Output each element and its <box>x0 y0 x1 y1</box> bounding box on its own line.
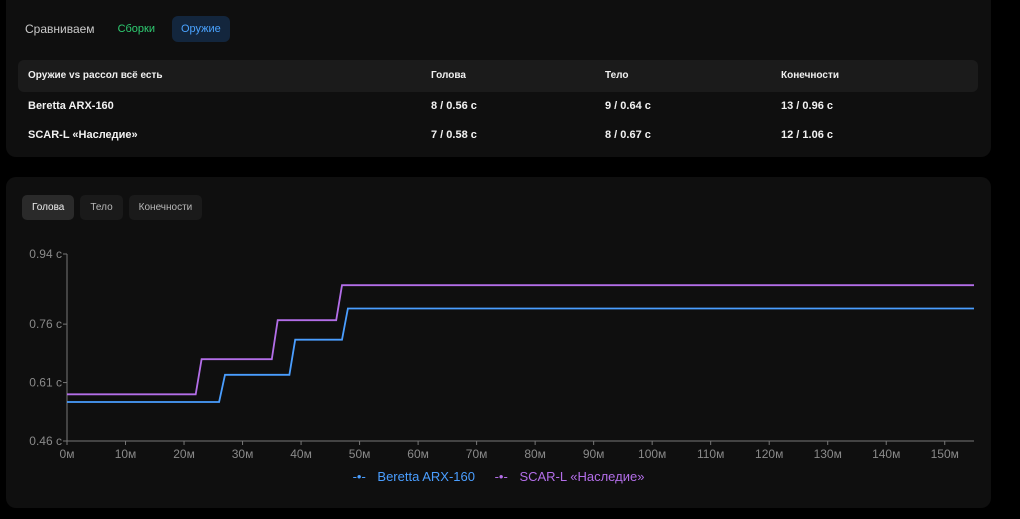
x-tick-label: 0м <box>60 447 75 461</box>
y-tick-label: 0.94 с <box>29 247 62 261</box>
x-tick-label: 20м <box>173 447 195 461</box>
col-head: Голова <box>431 70 466 81</box>
table-row: Beretta ARX-160 8 / 0.56 с 9 / 0.64 с 13… <box>18 92 978 121</box>
tab-builds[interactable]: Сборки <box>109 16 164 42</box>
col-limbs: Конечности <box>781 70 839 81</box>
col-weapon: Оружие vs рассол всё есть <box>28 70 163 81</box>
table-row: SCAR-L «Наследие» 7 / 0.58 с 8 / 0.67 с … <box>18 121 978 150</box>
x-tick-label: 70м <box>466 447 488 461</box>
body-value: 8 / 0.67 с <box>605 129 651 141</box>
x-tick-label: 110м <box>697 447 724 461</box>
compare-card: Сравниваем Сборки Оружие Оружие vs рассо… <box>6 0 991 157</box>
legend-marker-icon: -•- <box>352 469 366 484</box>
table-header: Оружие vs рассол всё есть Голова Тело Ко… <box>18 60 978 92</box>
y-tick-label: 0.76 с <box>29 317 62 331</box>
y-tick-label: 0.61 с <box>29 376 62 390</box>
compare-title: Сравниваем <box>25 22 95 36</box>
legend-beretta[interactable]: -•- Beretta ARX-160 <box>349 469 483 484</box>
x-tick-label: 40м <box>290 447 312 461</box>
compare-table: Оружие vs рассол всё есть Голова Тело Ко… <box>18 60 978 150</box>
x-tick-label: 80м <box>524 447 546 461</box>
x-tick-label: 60м <box>407 447 429 461</box>
limbs-value: 12 / 1.06 с <box>781 129 833 141</box>
x-tick-label: 100м <box>638 447 666 461</box>
legend-label: SCAR-L «Наследие» <box>519 469 645 484</box>
head-value: 8 / 0.56 с <box>431 100 477 112</box>
series-line-scar <box>67 284 974 396</box>
weapon-name: Beretta ARX-160 <box>28 100 114 112</box>
tab-weapons[interactable]: Оружие <box>172 16 230 42</box>
x-tick-label: 140м <box>872 447 900 461</box>
x-tick-label: 10м <box>115 447 137 461</box>
head-value: 7 / 0.58 с <box>431 129 477 141</box>
chart-legend: -•- Beretta ARX-160 -•- SCAR-L «Наследие… <box>6 469 991 484</box>
x-tick-label: 30м <box>232 447 254 461</box>
legend-label: Beretta ARX-160 <box>377 469 475 484</box>
y-tick-label: 0.46 с <box>29 434 62 448</box>
legend-scar[interactable]: -•- SCAR-L «Наследие» <box>491 469 649 484</box>
series-line-beretta <box>67 307 974 403</box>
x-tick-label: 130м <box>814 447 842 461</box>
body-value: 9 / 0.64 с <box>605 100 651 112</box>
x-tick-label: 120м <box>755 447 783 461</box>
legend-marker-icon: -•- <box>494 469 508 484</box>
chart-card: Голова Тело Конечности 0.46 с 0.61 с 0.76 … <box>6 177 991 508</box>
limbs-value: 13 / 0.96 с <box>781 100 833 112</box>
x-tick-label: 50м <box>349 447 371 461</box>
col-body: Тело <box>605 70 629 81</box>
ttk-chart: 0.46 с 0.61 с 0.76 с 0.94 с 0м 10м 20м 30м 40м 50… <box>29 247 974 461</box>
x-tick-label: 150м <box>931 447 959 461</box>
x-tick-label: 90м <box>583 447 605 461</box>
weapon-name: SCAR-L «Наследие» <box>28 129 138 141</box>
compare-header: Сравниваем Сборки Оружие <box>25 16 238 42</box>
